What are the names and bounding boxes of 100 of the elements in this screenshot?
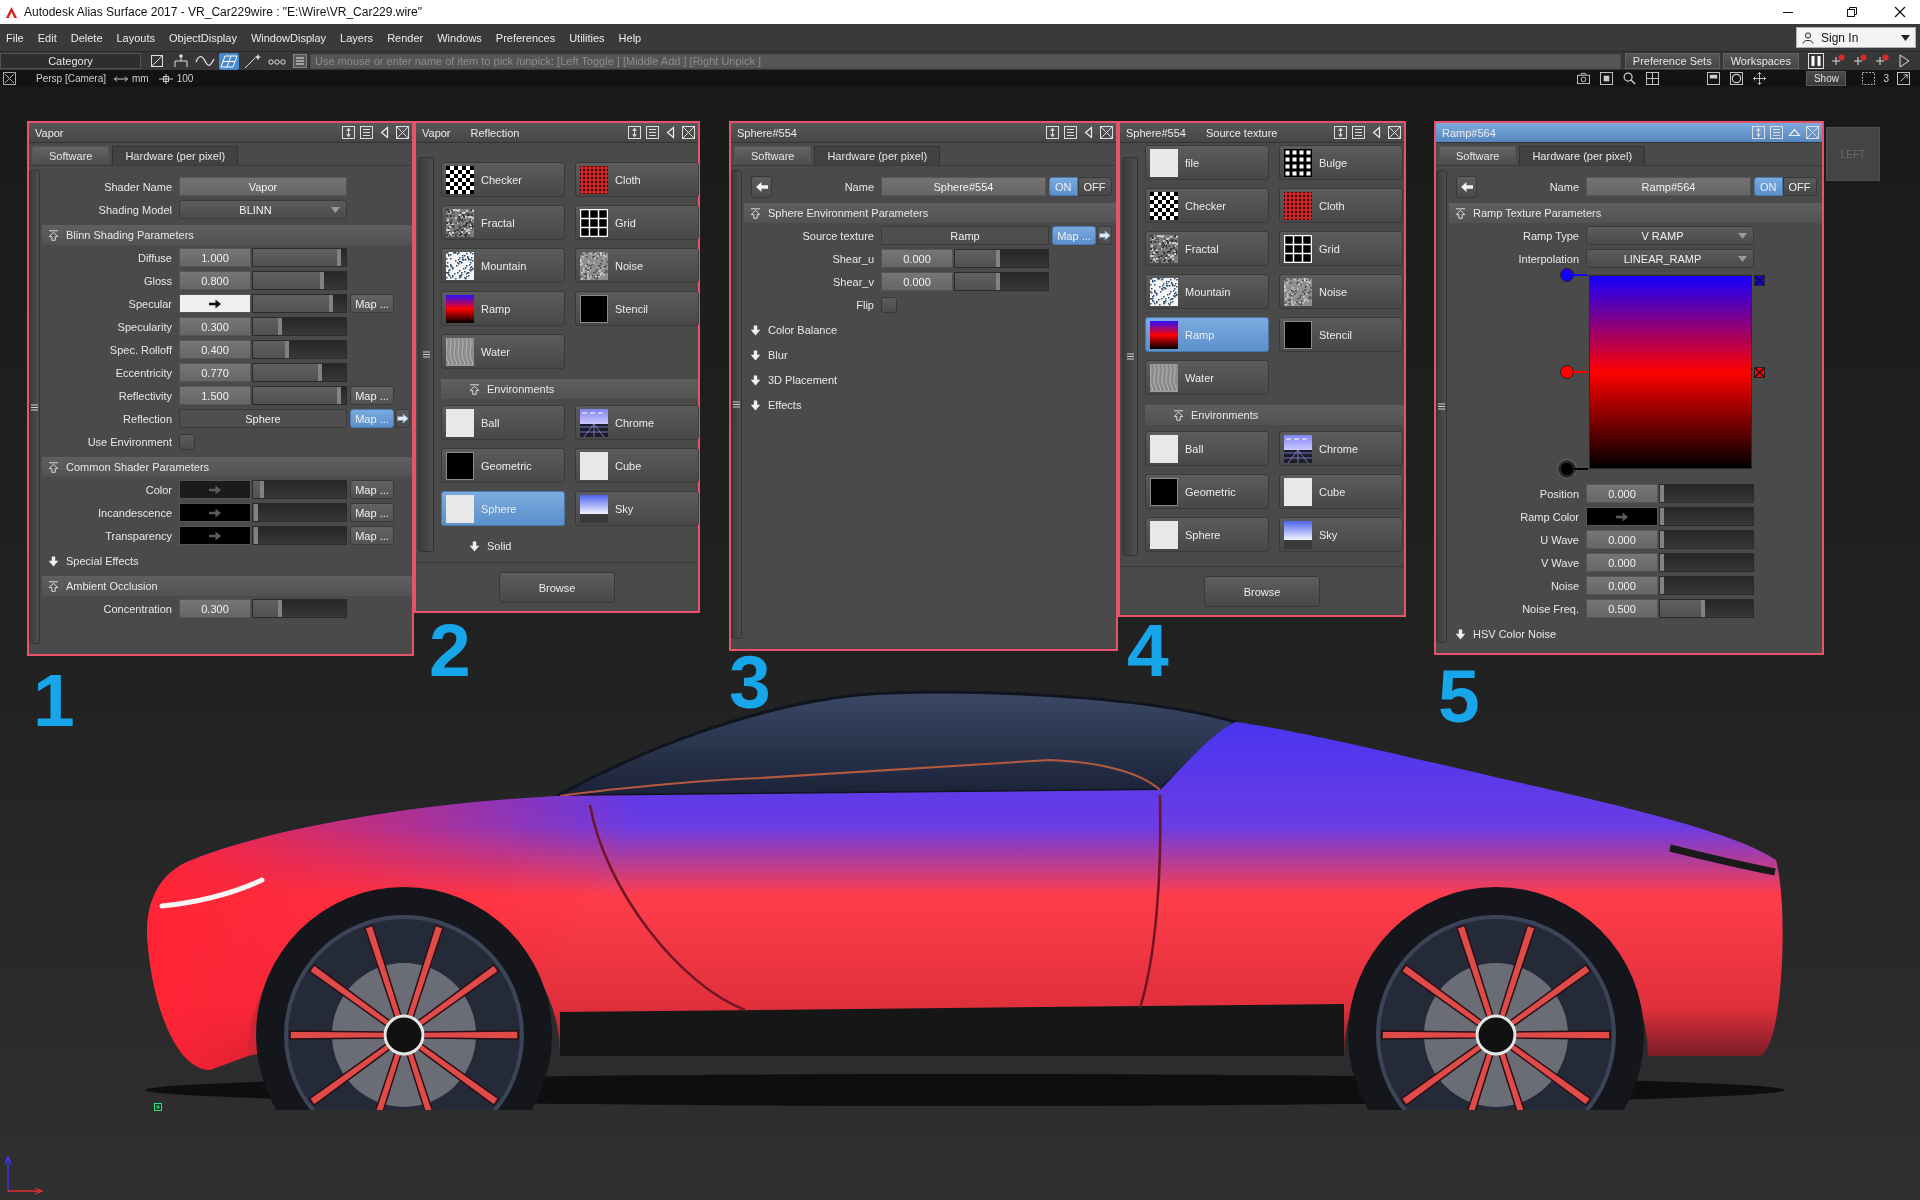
preference-sets-button[interactable]: Preference Sets bbox=[1624, 53, 1720, 69]
split-view-icon[interactable] bbox=[1646, 72, 1660, 85]
menu-item[interactable]: File bbox=[0, 26, 31, 49]
texture-tile[interactable]: Cube bbox=[575, 448, 699, 483]
dropdown[interactable]: LINEAR_RAMP bbox=[1586, 249, 1754, 268]
number-field[interactable]: 0.000 bbox=[1586, 530, 1658, 549]
stop-marker-icon[interactable] bbox=[1754, 367, 1765, 378]
section-header[interactable]: Solid bbox=[441, 536, 698, 556]
slider-fill[interactable] bbox=[1660, 485, 1664, 502]
dropdown[interactable]: BLINN bbox=[179, 200, 347, 219]
map-button[interactable]: Map ... bbox=[350, 480, 394, 499]
texture-tile[interactable]: Ball bbox=[1145, 431, 1269, 466]
number-field[interactable]: 0.400 bbox=[179, 340, 251, 359]
text-field[interactable]: Ramp#564 bbox=[1586, 177, 1751, 196]
slider-fill[interactable] bbox=[253, 249, 342, 266]
sparkle-icon[interactable] bbox=[243, 52, 263, 70]
menu-item[interactable]: WindowDisplay bbox=[243, 26, 334, 49]
slider-fill[interactable] bbox=[955, 250, 1000, 267]
texture-tile[interactable]: file bbox=[1145, 145, 1269, 180]
number-field[interactable]: 0.500 bbox=[1586, 599, 1658, 618]
texture-tile[interactable]: Cloth bbox=[575, 162, 699, 197]
ramp-stop-handle[interactable] bbox=[1560, 268, 1588, 282]
section-header[interactable]: Ramp Texture Parameters bbox=[1449, 203, 1822, 223]
scrollbar[interactable] bbox=[731, 170, 742, 639]
tab[interactable]: Software bbox=[32, 146, 110, 165]
show-button[interactable]: Show bbox=[1806, 71, 1847, 86]
slider-fill[interactable] bbox=[1660, 554, 1664, 571]
texture-tile[interactable]: Noise bbox=[575, 248, 699, 283]
text-field[interactable]: Sphere#554 bbox=[881, 177, 1046, 196]
list-icon[interactable] bbox=[293, 54, 307, 68]
browse-button[interactable]: Browse bbox=[1204, 576, 1320, 607]
texture-tile[interactable]: Sphere bbox=[1145, 517, 1269, 552]
texture-tile[interactable]: Bulge bbox=[1279, 145, 1403, 180]
texture-tile[interactable]: Mountain bbox=[1145, 274, 1269, 309]
texture-tile[interactable]: Stencil bbox=[575, 291, 699, 326]
search-icon[interactable] bbox=[1623, 72, 1637, 85]
dropdown[interactable]: V RAMP bbox=[1586, 226, 1754, 245]
texture-tile[interactable]: Geometric bbox=[441, 448, 565, 483]
slider-fill[interactable] bbox=[1660, 508, 1664, 525]
text-field[interactable]: Ramp bbox=[881, 226, 1049, 245]
slider-fill[interactable] bbox=[253, 364, 322, 381]
slider-fill[interactable] bbox=[253, 600, 282, 617]
frame-icon[interactable] bbox=[1600, 72, 1614, 85]
resize-icon[interactable] bbox=[1046, 126, 1059, 139]
toggle-button[interactable]: OFF bbox=[1782, 177, 1817, 196]
back-button[interactable] bbox=[1456, 175, 1477, 198]
texture-tile[interactable]: Fractal bbox=[1145, 231, 1269, 266]
scrollbar[interactable] bbox=[418, 157, 434, 552]
scrollbar[interactable] bbox=[1436, 170, 1447, 643]
texture-tile[interactable]: Grid bbox=[575, 205, 699, 240]
slider-fill[interactable] bbox=[1660, 577, 1664, 594]
toggle-button[interactable]: OFF bbox=[1077, 177, 1112, 196]
circle-icon[interactable] bbox=[1730, 72, 1744, 85]
checkbox[interactable] bbox=[881, 296, 897, 313]
tab[interactable]: Software bbox=[734, 146, 812, 165]
number-field[interactable]: 0.000 bbox=[1586, 484, 1658, 503]
section-header[interactable]: Environments bbox=[1145, 405, 1404, 425]
menu-item[interactable]: Windows bbox=[430, 26, 489, 49]
texture-tile[interactable]: Sky bbox=[1279, 517, 1403, 552]
menu-item[interactable]: Delete bbox=[63, 26, 110, 49]
section-header[interactable]: Sphere Environment Parameters bbox=[744, 203, 1116, 223]
tab[interactable]: Hardware (per pixel) bbox=[112, 146, 239, 165]
map-button[interactable]: Map ... bbox=[350, 386, 394, 405]
texture-tile[interactable]: Cloth bbox=[1279, 188, 1403, 223]
restore-icon[interactable] bbox=[1846, 6, 1858, 18]
number-field[interactable]: 1.500 bbox=[179, 386, 251, 405]
section-header[interactable]: Special Effects bbox=[42, 551, 412, 571]
arrow-button[interactable] bbox=[1097, 226, 1112, 245]
dashed-box-icon[interactable] bbox=[1862, 72, 1876, 85]
number-field[interactable]: 0.000 bbox=[1586, 576, 1658, 595]
stop-marker-icon[interactable] bbox=[1754, 275, 1765, 286]
color-swatch[interactable] bbox=[179, 294, 251, 313]
menu-item[interactable]: Preferences bbox=[488, 26, 563, 49]
texture-tile[interactable]: Chrome bbox=[1279, 431, 1403, 466]
section-header[interactable]: Blinn Shading Parameters bbox=[42, 225, 412, 245]
ramp-stop-handle[interactable] bbox=[1560, 365, 1588, 379]
map-button[interactable]: Map ... bbox=[350, 503, 394, 522]
texture-tile[interactable]: Checker bbox=[1145, 188, 1269, 223]
triangle-up-icon[interactable] bbox=[1788, 126, 1801, 139]
slider-fill[interactable] bbox=[253, 527, 258, 544]
pivot-marker-icon[interactable] bbox=[154, 1103, 162, 1111]
texture-tile[interactable]: Mountain bbox=[441, 248, 565, 283]
text-field[interactable]: Vapor bbox=[179, 177, 347, 196]
slider-fill[interactable] bbox=[253, 318, 282, 335]
number-field[interactable]: 0.000 bbox=[1586, 553, 1658, 572]
move-icon[interactable] bbox=[1753, 72, 1767, 85]
tab[interactable]: Software bbox=[1439, 146, 1517, 165]
number-field[interactable]: 0.000 bbox=[881, 272, 953, 291]
triangle-left-icon[interactable] bbox=[1370, 126, 1383, 139]
number-field[interactable]: 0.300 bbox=[179, 317, 251, 336]
color-swatch[interactable] bbox=[179, 526, 251, 545]
play-icon[interactable] bbox=[1896, 53, 1912, 69]
cross-box-icon[interactable] bbox=[3, 72, 16, 85]
texture-tile[interactable]: Geometric bbox=[1145, 474, 1269, 509]
arrow-button[interactable] bbox=[395, 409, 410, 428]
layout-icon[interactable] bbox=[1707, 72, 1721, 85]
texture-tile[interactable]: Water bbox=[441, 334, 565, 369]
triangle-left-icon[interactable] bbox=[378, 126, 391, 139]
map-button[interactable]: Map ... bbox=[350, 526, 394, 545]
close-icon[interactable] bbox=[1894, 6, 1906, 18]
